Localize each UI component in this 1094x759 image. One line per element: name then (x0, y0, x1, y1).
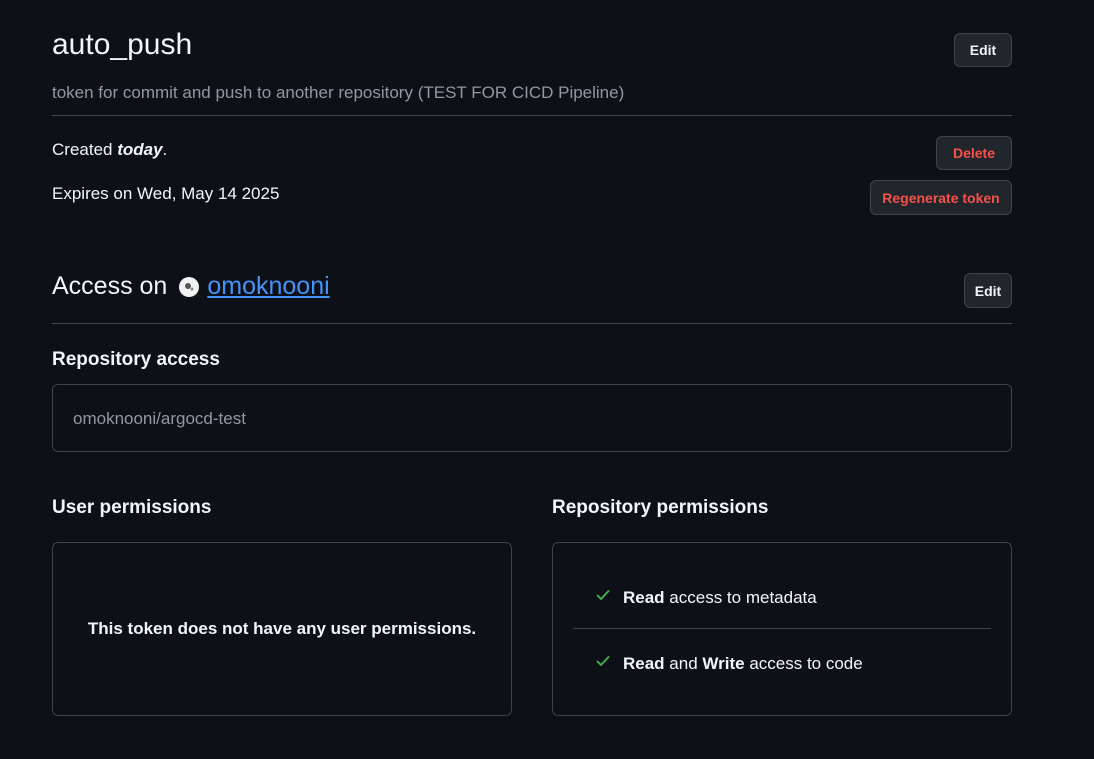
created-prefix: Created (52, 140, 118, 159)
repository-permissions-box: Read access to metadata Read and Write a… (552, 542, 1012, 716)
user-permissions-box: This token does not have any user permis… (52, 542, 512, 716)
repository-permissions-heading: Repository permissions (552, 497, 769, 518)
edit-access-button[interactable]: Edit (964, 273, 1012, 308)
divider (573, 628, 991, 629)
no-user-permissions-message: This token does not have any user permis… (87, 619, 477, 638)
delete-token-button[interactable]: Delete (936, 136, 1012, 170)
permission-item: Read and Write access to code (595, 653, 863, 674)
access-prefix: Access on (52, 272, 168, 300)
permission-level: Read (623, 587, 665, 607)
regenerate-token-button[interactable]: Regenerate token (870, 180, 1012, 215)
check-icon (595, 653, 611, 674)
expires-text: Expires on Wed, May 14 2025 (52, 184, 280, 203)
token-name: auto_push (52, 28, 193, 61)
permission-joiner: and (664, 653, 703, 673)
owner-link[interactable]: omoknooni (207, 272, 329, 301)
permission-scope: access to code (744, 653, 863, 673)
edit-token-button[interactable]: Edit (954, 33, 1012, 67)
repository-access-heading: Repository access (52, 349, 220, 370)
access-heading: Access on omoknooni (52, 272, 330, 301)
created-text: Created today. (52, 140, 167, 160)
permission-scope: access to metadata (664, 587, 817, 607)
user-permissions-heading: User permissions (52, 497, 212, 518)
divider (52, 323, 1012, 324)
token-description: token for commit and push to another rep… (52, 83, 625, 102)
created-suffix: . (162, 140, 168, 159)
token-detail-page: auto_push Edit token for commit and push… (0, 0, 1094, 759)
created-value: today (117, 140, 163, 159)
check-icon (595, 587, 611, 608)
avatar (179, 276, 200, 297)
permission-level-secondary: Write (702, 653, 745, 673)
permission-item: Read access to metadata (595, 587, 817, 608)
repository-access-box: omoknooni/argocd-test (52, 384, 1012, 452)
permission-level: Read (623, 653, 665, 673)
repository-name: omoknooni/argocd-test (73, 409, 246, 428)
divider (52, 115, 1012, 116)
